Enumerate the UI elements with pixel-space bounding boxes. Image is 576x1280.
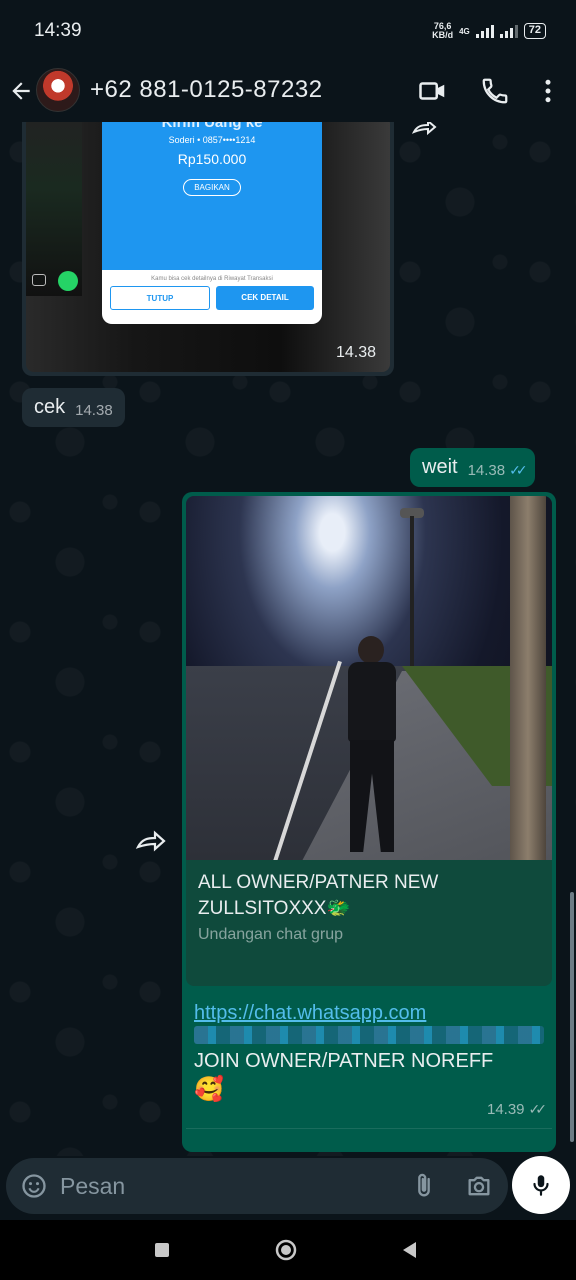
link-preview[interactable]: ALL OWNER/PATNER NEW ZULLSITOXXX🐲 Undang…	[186, 496, 552, 986]
image-attachment[interactable]: Kirim Uang ke Soderi • 0857••••1214 Rp15…	[26, 122, 390, 372]
message-time: 14.38	[75, 402, 113, 419]
transfer-receipt-card: Kirim Uang ke Soderi • 0857••••1214 Rp15…	[102, 122, 322, 324]
status-bar: 14:39 76,6 KB/d 4G 72	[0, 0, 576, 62]
phone-screenshot-strip	[26, 122, 82, 296]
mic-icon	[533, 1175, 549, 1196]
signal-2-icon	[499, 24, 518, 38]
back-arrow-icon[interactable]	[8, 78, 34, 104]
battery-icon: 72	[523, 23, 546, 39]
mic-button[interactable]	[512, 1156, 570, 1214]
net-speed: 76,6 KB/d	[432, 22, 453, 40]
chat-header: +62 881-0125-87232	[0, 62, 576, 122]
emoji-icon[interactable]	[20, 1172, 48, 1200]
mic-icon	[58, 271, 78, 291]
recent-apps-icon[interactable]	[150, 1238, 174, 1262]
tree-trunk	[510, 496, 546, 860]
redacted-url	[194, 1026, 544, 1044]
avatar[interactable]	[36, 68, 80, 112]
incoming-text-message[interactable]: cek 14.38	[22, 388, 125, 427]
lamp-post	[410, 516, 414, 666]
signal-icon	[475, 24, 494, 38]
back-nav-icon[interactable]	[398, 1238, 422, 1262]
card-recipient: Soderi • 0857••••1214	[168, 135, 256, 145]
read-receipt-icon: ✓✓	[509, 462, 528, 478]
outgoing-link-message[interactable]: ALL OWNER/PATNER NEW ZULLSITOXXX🐲 Undang…	[182, 492, 556, 1152]
incoming-image-message[interactable]: Kirim Uang ke Soderi • 0857••••1214 Rp15…	[22, 122, 394, 376]
scrollbar[interactable]	[570, 892, 574, 1142]
card-amount: Rp150.000	[177, 151, 247, 167]
navigation-bar	[0, 1220, 576, 1280]
forward-icon[interactable]	[410, 122, 440, 138]
preview-subtitle: Undangan chat grup	[198, 926, 343, 943]
camera-icon	[32, 274, 46, 286]
home-icon[interactable]	[274, 1238, 298, 1262]
message-text: cek	[34, 396, 66, 418]
status-time: 14:39	[34, 20, 82, 41]
preview-image	[186, 496, 552, 860]
chat-area[interactable]: Kirim Uang ke Soderi • 0857••••1214 Rp15…	[0, 122, 576, 1156]
status-indicators: 76,6 KB/d 4G 72	[432, 22, 546, 40]
card-share-button: BAGIKAN	[183, 179, 241, 196]
message-text: weit	[422, 456, 458, 478]
preview-title: ALL OWNER/PATNER NEW ZULLSITOXXX🐲	[198, 872, 439, 919]
message-input[interactable]	[60, 1166, 400, 1206]
forward-icon[interactable]	[134, 828, 168, 854]
delivered-receipt-icon: ✓✓	[528, 1101, 548, 1117]
message-time: 14.38	[335, 344, 376, 361]
message-text: JOIN OWNER/PATNER NOREFF	[194, 1050, 494, 1072]
network-type: 4G	[459, 26, 470, 36]
contact-name[interactable]: +62 881-0125-87232	[90, 76, 323, 104]
card-detail-button: CEK DETAIL	[216, 286, 314, 310]
card-close-button: TUTUP	[110, 286, 210, 310]
bubble-divider	[186, 1128, 552, 1152]
person	[344, 636, 400, 856]
card-title: Kirim Uang ke	[161, 122, 263, 131]
more-options-icon[interactable]	[533, 76, 563, 106]
net-speed-unit: KB/d	[432, 30, 454, 40]
video-call-icon[interactable]	[418, 76, 448, 106]
outgoing-text-message[interactable]: weit 14.38 ✓✓	[410, 448, 535, 487]
message-time: 14.38	[467, 462, 506, 479]
phone-call-icon[interactable]	[480, 76, 510, 106]
link-url[interactable]: https://chat.whatsapp.com	[186, 986, 552, 1026]
camera-icon[interactable]	[464, 1172, 494, 1200]
message-time: 14.39	[486, 1101, 525, 1118]
attach-icon[interactable]	[410, 1172, 438, 1200]
message-input-bar	[6, 1158, 508, 1214]
